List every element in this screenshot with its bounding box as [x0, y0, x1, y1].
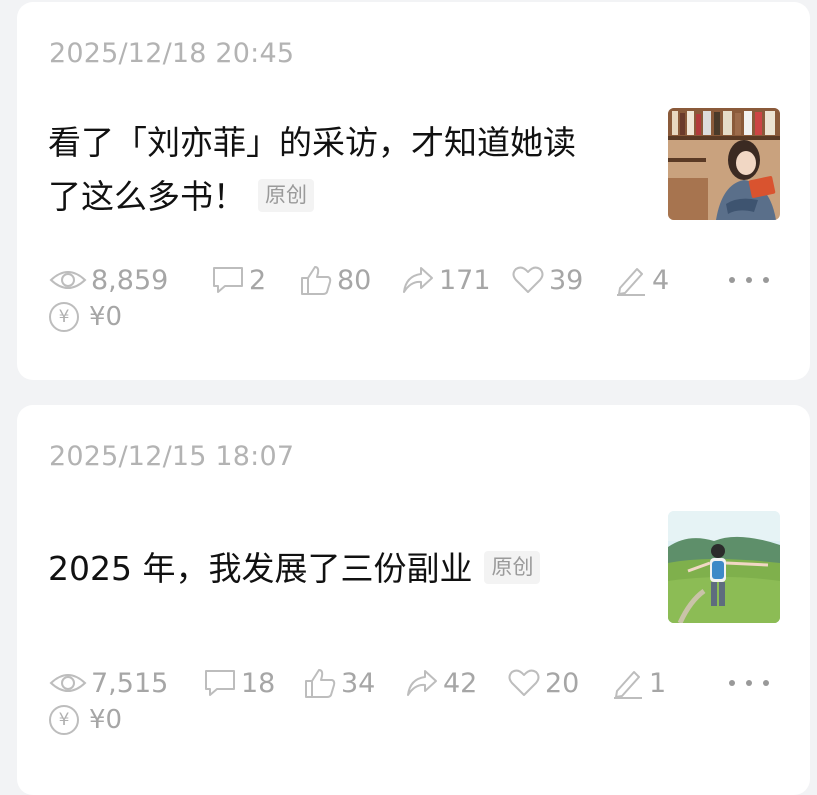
comment-icon	[205, 670, 235, 696]
income: ¥ ¥0	[49, 705, 122, 735]
favorite-count-value: 39	[549, 264, 584, 296]
view-count: 7,515	[49, 663, 168, 703]
article-stats: 8,859 2 80 171 39 4	[49, 260, 749, 300]
heart-icon	[508, 669, 540, 696]
article-thumbnail[interactable]	[668, 108, 780, 220]
share-count-value: 42	[443, 667, 478, 699]
thumbs-up-icon	[301, 266, 332, 295]
comment-count[interactable]: 18	[203, 663, 275, 703]
original-tag: 原创	[484, 551, 541, 584]
view-count-value: 7,515	[91, 667, 169, 699]
article-stats: 7,515 18 34 42 20 1	[49, 663, 749, 703]
favorite-count[interactable]: 20	[507, 663, 579, 703]
eye-icon	[49, 271, 87, 289]
share-count[interactable]: 171	[401, 260, 491, 300]
article-date: 2025/12/15 18:07	[49, 441, 295, 472]
more-icon[interactable]	[729, 270, 769, 290]
edit-count[interactable]: 1	[611, 663, 666, 703]
comment-icon	[213, 267, 243, 293]
article-title[interactable]: 2025 年，我发展了三份副业 原创	[48, 542, 648, 596]
heart-icon	[512, 266, 544, 293]
like-count[interactable]: 80	[299, 260, 371, 300]
article-date: 2025/12/18 20:45	[49, 38, 295, 69]
view-count: 8,859	[49, 260, 168, 300]
edit-count[interactable]: 4	[614, 260, 669, 300]
share-count[interactable]: 42	[405, 663, 477, 703]
original-tag: 原创	[258, 179, 314, 212]
income-value: ¥0	[89, 705, 123, 735]
yen-icon: ¥	[49, 302, 79, 332]
income-value: ¥0	[89, 302, 123, 332]
comment-count[interactable]: 2	[211, 260, 266, 300]
share-count-value: 171	[439, 264, 491, 296]
view-count-value: 8,859	[91, 264, 169, 296]
article-card[interactable]: 2025/12/18 20:45 看了「刘亦菲」的采访，才知道她读了这么多书！原…	[17, 2, 810, 380]
eye-icon	[49, 674, 87, 692]
article-thumbnail[interactable]	[668, 511, 780, 623]
more-icon[interactable]	[729, 673, 769, 693]
article-title[interactable]: 看了「刘亦菲」的采访，才知道她读了这么多书！ 原创	[48, 116, 608, 224]
edit-count-value: 1	[649, 667, 667, 699]
yen-icon: ¥	[49, 705, 79, 735]
comment-count-value: 18	[241, 667, 276, 699]
edit-count-value: 4	[652, 264, 670, 296]
share-icon	[407, 670, 437, 696]
like-count-value: 34	[341, 667, 376, 699]
article-card[interactable]: 2025/12/15 18:07 2025 年，我发展了三份副业 原创 7,515	[17, 405, 810, 795]
share-icon	[403, 267, 433, 293]
pencil-icon	[617, 268, 645, 296]
income: ¥ ¥0	[49, 302, 122, 332]
favorite-count-value: 20	[545, 667, 580, 699]
pencil-icon	[614, 671, 642, 699]
like-count-value: 80	[337, 264, 372, 296]
article-title-text: 2025 年，我发展了三份副业	[48, 549, 473, 588]
favorite-count[interactable]: 39	[511, 260, 583, 300]
thumbs-up-icon	[305, 669, 336, 698]
comment-count-value: 2	[249, 264, 267, 296]
like-count[interactable]: 34	[303, 663, 375, 703]
